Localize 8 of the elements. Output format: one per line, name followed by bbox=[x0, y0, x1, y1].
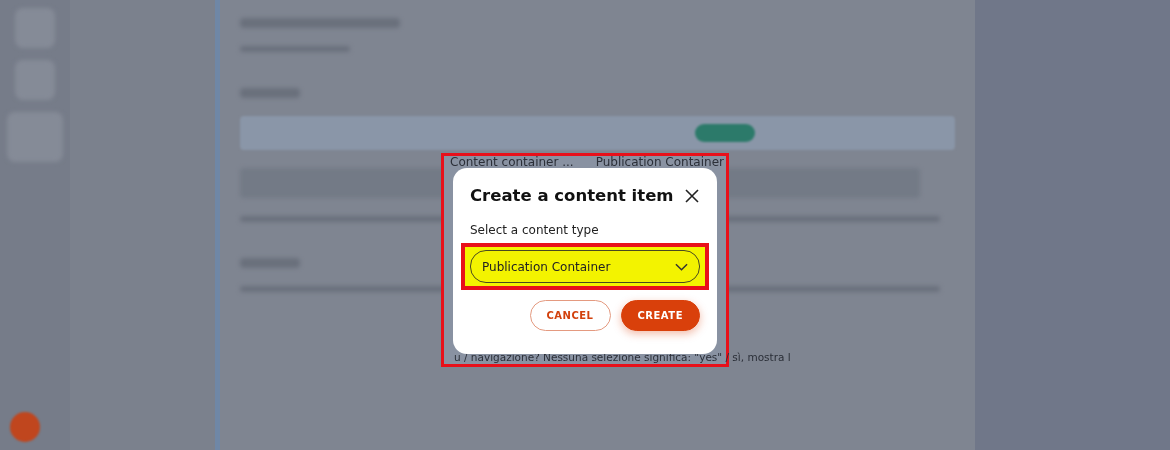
dialog-title: Create a content item bbox=[470, 186, 674, 205]
background-text: Content container ... bbox=[450, 155, 574, 169]
background-text: u / navigazione? Nessuna selezione significa: "yes" / sì, mostra l bbox=[454, 351, 791, 363]
cancel-button[interactable]: CANCEL bbox=[529, 300, 611, 331]
field-label: Select a content type bbox=[470, 223, 600, 237]
content-type-dropdown[interactable]: Publication Container bbox=[470, 250, 700, 283]
create-button[interactable]: CREATE bbox=[620, 300, 700, 331]
background-text: Publication Container bbox=[595, 155, 724, 169]
